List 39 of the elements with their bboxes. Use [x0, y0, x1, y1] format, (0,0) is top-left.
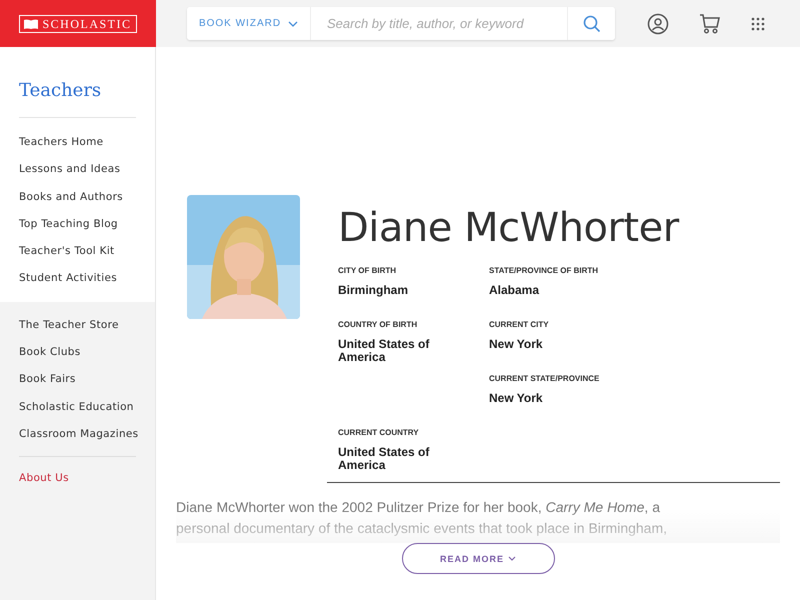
sidebar-item[interactable]: Teachers Home [19, 129, 104, 156]
sidebar-item[interactable]: Lessons and Ideas [19, 156, 120, 184]
sidebar-item[interactable]: Book Fairs [19, 366, 76, 394]
sidebar-item[interactable]: Teacher's Tool Kit [19, 238, 114, 266]
search-field[interactable]: Search by title, author, or keyword [311, 7, 567, 40]
sidebar-item[interactable]: About Us [19, 465, 69, 493]
sidebar-item[interactable]: Top Teaching Blog [19, 210, 118, 238]
chevron-down-icon [508, 556, 516, 561]
fact-value: New York [489, 338, 544, 351]
fact-value: Alabama [489, 284, 540, 297]
sidebar-item[interactable]: Books and Authors [19, 184, 123, 211]
fact-value: New York [489, 392, 544, 405]
read-more-button[interactable]: READ MORE [402, 543, 554, 574]
fact-label: CURRENT COUNTRY [338, 428, 420, 437]
apps-grid-icon[interactable] [751, 16, 765, 30]
fact-value: Birmingham [338, 284, 410, 297]
sidebar-title[interactable]: Teachers [0, 47, 155, 116]
chevron-down-icon [288, 20, 298, 26]
search-icon [582, 14, 600, 32]
fact-label: CITY OF BIRTH [338, 266, 398, 275]
fact-label: CURRENT STATE/PROVINCE [489, 374, 600, 383]
search-button[interactable] [567, 7, 615, 40]
scholastic-logo[interactable]: SCHOLASTIC [19, 14, 136, 32]
sidebar-item[interactable]: The Teacher Store [19, 312, 119, 340]
account-icon[interactable] [647, 12, 669, 34]
fact-value: United States of America [338, 446, 430, 472]
logo-text: SCHOLASTIC [42, 16, 132, 30]
author-name: Diane McWhorter [338, 205, 679, 251]
author-bio: Diane McWhorter won the 2002 Pulitzer Prize for her book, Carry Me Home, a personal documentary of the cataclysmic events that took place in Birmingham, [176, 498, 668, 538]
sidebar-item[interactable]: Scholastic Education [19, 394, 134, 421]
sidebar-item[interactable]: Classroom Magazines [19, 420, 138, 448]
sidebar-item[interactable]: Student Activities [19, 265, 117, 293]
cart-icon[interactable] [699, 14, 721, 34]
book-icon [24, 18, 38, 28]
fact-label: COUNTRY OF BIRTH [338, 320, 418, 329]
fact-label: STATE/PROVINCE OF BIRTH [489, 266, 600, 275]
sidebar-item[interactable]: Book Clubs [19, 339, 81, 366]
fact-label: CURRENT CITY [489, 320, 550, 329]
fact-value: United States of America [338, 338, 430, 364]
